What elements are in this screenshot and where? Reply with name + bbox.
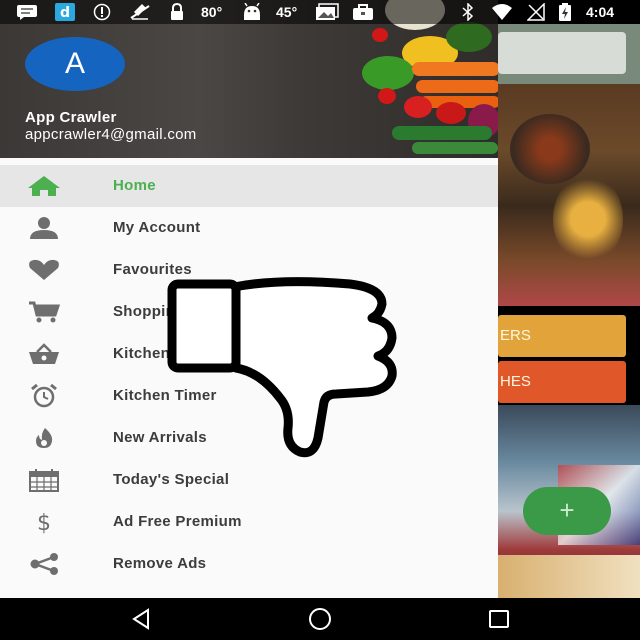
wifi-icon [491, 3, 513, 21]
share-icon [26, 552, 62, 576]
menu-item-label: Home [113, 177, 156, 194]
account-email: appcrawler4@gmail.com [25, 126, 197, 143]
bluetooth-icon [461, 3, 475, 21]
navigation-bar [0, 598, 640, 640]
calendar-icon [26, 468, 62, 492]
battery-charging-icon [558, 3, 572, 21]
no-location-icon [128, 3, 152, 21]
cart-icon [26, 300, 62, 324]
menu-item-remove-ads[interactable]: Remove Ads [0, 543, 498, 585]
menu-item-label: Ad Free Premium [113, 513, 242, 530]
photo-icon [315, 3, 339, 21]
heart-icon [26, 258, 62, 282]
home-icon [26, 174, 62, 198]
basket-icon [26, 342, 62, 366]
briefcase-icon [352, 3, 374, 21]
background-category-button-2[interactable]: HES [498, 361, 626, 403]
background-category-button-1[interactable]: ERS [498, 315, 626, 357]
flame-icon [26, 426, 62, 450]
info-icon [93, 3, 111, 21]
android-icon [242, 3, 262, 21]
app-d-icon: d [55, 3, 75, 21]
temperature-2: 45° [276, 4, 298, 20]
menu-item-ad-free-premium[interactable]: $ Ad Free Premium [0, 501, 498, 543]
clock-time: 4:04 [586, 4, 615, 20]
svg-text:$: $ [37, 511, 51, 534]
person-icon [26, 216, 62, 240]
avatar[interactable]: A [25, 37, 125, 91]
menu-item-label: My Account [113, 219, 201, 236]
no-sim-icon [527, 3, 545, 21]
dollar-icon: $ [26, 510, 62, 534]
background-toolbar [498, 24, 640, 84]
back-icon[interactable] [121, 606, 161, 632]
menu-item-my-account[interactable]: My Account [0, 207, 498, 249]
temperature-1: 80° [201, 4, 223, 20]
background-search-bar[interactable] [498, 32, 626, 74]
svg-text:d: d [60, 5, 70, 21]
fab-add-button[interactable]: + [523, 487, 611, 535]
message-icon [16, 3, 38, 21]
home-nav-icon[interactable] [300, 606, 340, 632]
menu-item-label: Remove Ads [113, 555, 207, 572]
background-food-image [498, 84, 640, 306]
account-name: App Crawler [25, 109, 117, 126]
status-bar: d 80° 45° 4:04 [0, 0, 640, 24]
alarm-clock-icon [26, 384, 62, 408]
lock-icon [169, 3, 185, 21]
thumbs-down-icon [167, 277, 397, 458]
menu-item-label: Today's Special [113, 471, 230, 488]
menu-item-home[interactable]: Home [0, 165, 498, 207]
recents-icon[interactable] [479, 606, 519, 632]
